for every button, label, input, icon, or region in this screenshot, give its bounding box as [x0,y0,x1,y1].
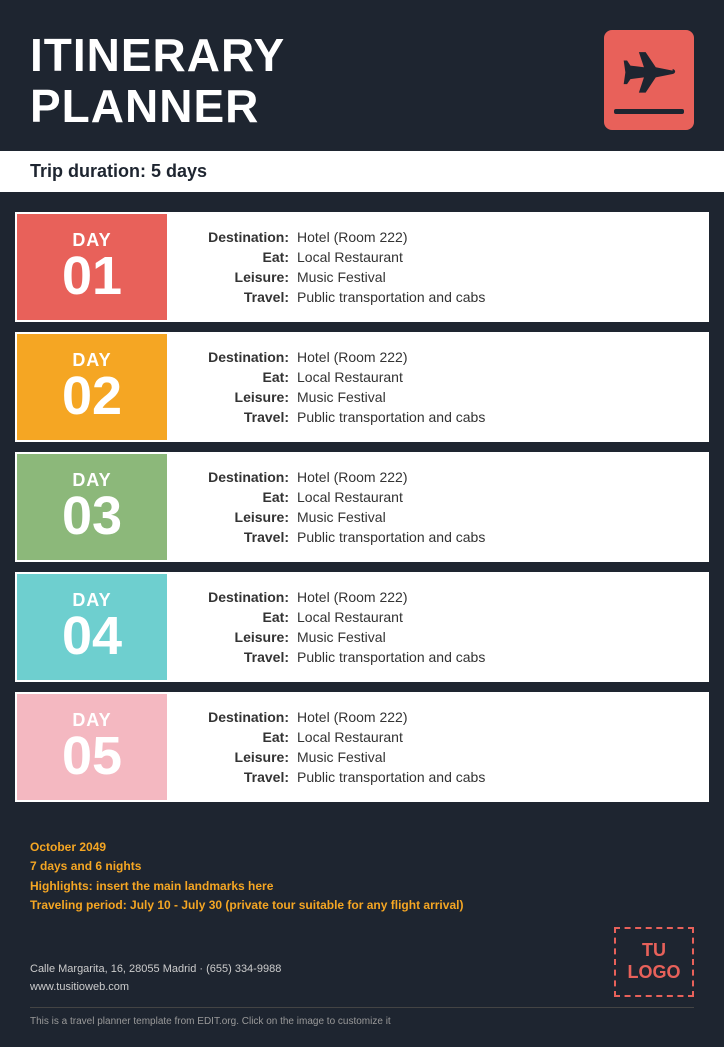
day-number: 04 [62,609,122,663]
day-content-4: Destination: Hotel (Room 222) Eat: Local… [167,574,707,680]
day-content-5: Destination: Hotel (Room 222) Eat: Local… [167,694,707,800]
footer-logo-box: TU LOGO [614,927,694,997]
day-item-value: Hotel (Room 222) [297,229,408,245]
day-row: DAY 05 Destination: Hotel (Room 222) Eat… [15,692,709,802]
day-number: 05 [62,729,122,783]
day-item-value: Local Restaurant [297,249,403,265]
day-row: DAY 01 Destination: Hotel (Room 222) Eat… [15,212,709,322]
day-item-value: Public transportation and cabs [297,409,485,425]
day-item: Travel: Public transportation and cabs [187,289,687,305]
day-item-label: Travel: [187,649,297,665]
footer-bottom-text: This is a travel planner template from E… [30,1007,694,1037]
day-item: Leisure: Music Festival [187,389,687,405]
page: ITINERARY PLANNER Trip duration: 5 days … [0,0,724,1047]
day-item-label: Destination: [187,229,297,245]
day-item-label: Travel: [187,289,297,305]
footer-contact-info: Calle Margarita, 16, 28055 Madrid · (655… [30,960,281,997]
trip-duration-label: Trip duration: 5 days [30,161,207,181]
day-number: 03 [62,489,122,543]
trip-duration-bar: Trip duration: 5 days [0,151,724,192]
day-item: Destination: Hotel (Room 222) [187,709,687,725]
day-item-label: Destination: [187,469,297,485]
page-title: ITINERARY PLANNER [30,30,285,131]
day-label-5: DAY 05 [17,694,167,800]
airplane-icon [622,47,676,101]
day-content-2: Destination: Hotel (Room 222) Eat: Local… [167,334,707,440]
day-item-label: Travel: [187,769,297,785]
day-item-value: Hotel (Room 222) [297,589,408,605]
day-item-label: Destination: [187,349,297,365]
day-item-value: Music Festival [297,509,386,525]
day-item: Leisure: Music Festival [187,509,687,525]
day-row: DAY 03 Destination: Hotel (Room 222) Eat… [15,452,709,562]
day-item: Eat: Local Restaurant [187,729,687,745]
day-item-value: Hotel (Room 222) [297,349,408,365]
day-item-label: Leisure: [187,389,297,405]
day-item: Leisure: Music Festival [187,269,687,285]
day-item: Travel: Public transportation and cabs [187,769,687,785]
day-label-2: DAY 02 [17,334,167,440]
day-item-label: Leisure: [187,269,297,285]
day-item-value: Music Festival [297,389,386,405]
day-item-label: Leisure: [187,749,297,765]
day-item: Eat: Local Restaurant [187,489,687,505]
footer-highlights: October 2049 7 days and 6 nights Highlig… [30,838,694,915]
day-number: 02 [62,369,122,423]
day-item-label: Travel: [187,409,297,425]
day-label-3: DAY 03 [17,454,167,560]
day-item-value: Public transportation and cabs [297,649,485,665]
day-item: Destination: Hotel (Room 222) [187,589,687,605]
day-item-label: Eat: [187,609,297,625]
day-item-value: Music Festival [297,629,386,645]
day-row: DAY 02 Destination: Hotel (Room 222) Eat… [15,332,709,442]
day-item: Destination: Hotel (Room 222) [187,229,687,245]
day-item-value: Music Festival [297,269,386,285]
day-content-1: Destination: Hotel (Room 222) Eat: Local… [167,214,707,320]
day-item-value: Local Restaurant [297,369,403,385]
day-item: Travel: Public transportation and cabs [187,649,687,665]
day-item-value: Public transportation and cabs [297,289,485,305]
day-item-label: Destination: [187,709,297,725]
plane-logo-underline [614,109,684,114]
day-label-1: DAY 01 [17,214,167,320]
days-container: DAY 01 Destination: Hotel (Room 222) Eat… [0,192,724,822]
day-item-label: Leisure: [187,509,297,525]
day-item: Eat: Local Restaurant [187,609,687,625]
day-item: Destination: Hotel (Room 222) [187,349,687,365]
day-item-value: Public transportation and cabs [297,529,485,545]
day-item-value: Public transportation and cabs [297,769,485,785]
day-item-label: Eat: [187,489,297,505]
day-row: DAY 04 Destination: Hotel (Room 222) Eat… [15,572,709,682]
day-item-label: Eat: [187,729,297,745]
footer: October 2049 7 days and 6 nights Highlig… [0,822,724,1047]
day-label-4: DAY 04 [17,574,167,680]
day-content-3: Destination: Hotel (Room 222) Eat: Local… [167,454,707,560]
day-item-value: Local Restaurant [297,489,403,505]
day-item: Eat: Local Restaurant [187,249,687,265]
day-item-label: Eat: [187,369,297,385]
day-item: Travel: Public transportation and cabs [187,529,687,545]
day-item-value: Local Restaurant [297,609,403,625]
day-item-value: Music Festival [297,749,386,765]
day-number: 01 [62,249,122,303]
header: ITINERARY PLANNER [0,0,724,151]
day-item: Travel: Public transportation and cabs [187,409,687,425]
day-item-label: Travel: [187,529,297,545]
day-item: Leisure: Music Festival [187,629,687,645]
day-item-label: Destination: [187,589,297,605]
day-item: Destination: Hotel (Room 222) [187,469,687,485]
day-item-label: Eat: [187,249,297,265]
day-item-value: Hotel (Room 222) [297,469,408,485]
footer-contact: Calle Margarita, 16, 28055 Madrid · (655… [30,927,694,997]
day-item-value: Hotel (Room 222) [297,709,408,725]
day-item: Leisure: Music Festival [187,749,687,765]
plane-logo-icon [604,30,694,130]
day-item: Eat: Local Restaurant [187,369,687,385]
day-item-label: Leisure: [187,629,297,645]
day-item-value: Local Restaurant [297,729,403,745]
footer-logo-text: TU LOGO [628,940,681,983]
